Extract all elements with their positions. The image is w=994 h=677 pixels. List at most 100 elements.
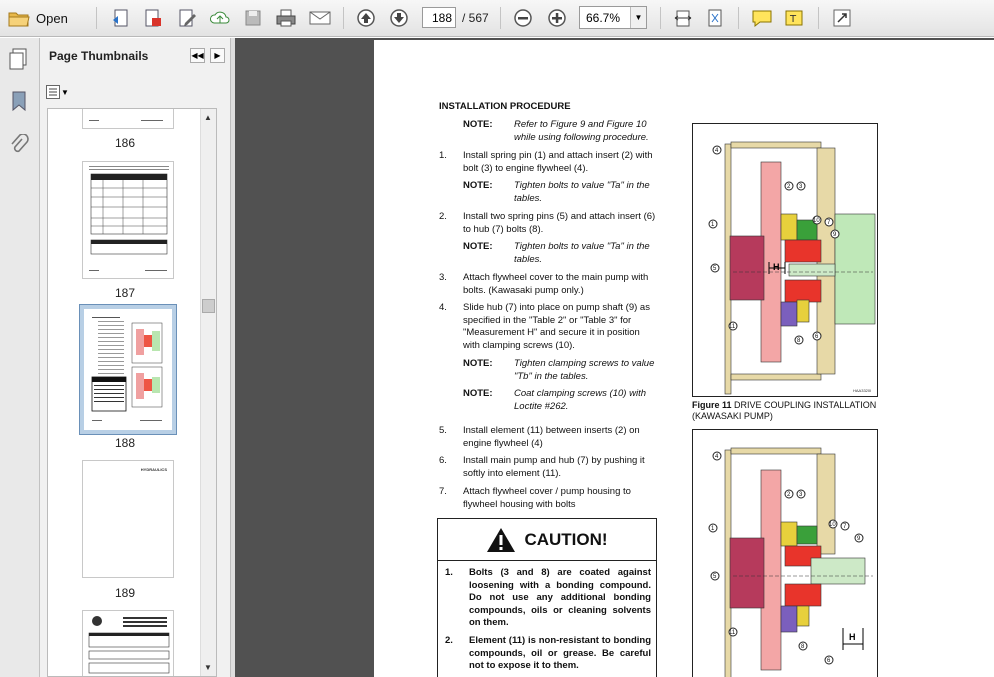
open-button[interactable]: Open (8, 5, 80, 31)
attachments-tab[interactable] (9, 133, 29, 161)
caution-text: Bolts (3 and 8) are coated against loose… (469, 567, 651, 628)
page-total-label: / 567 (462, 11, 489, 25)
thumbnail-186[interactable] (82, 109, 174, 129)
callout-10: 10 (829, 522, 836, 528)
save-button[interactable] (240, 5, 266, 31)
thumbnail-190[interactable] (82, 610, 174, 676)
step-text: Install spring pin (1) and attach insert… (463, 150, 653, 174)
step-number: 1. (439, 150, 447, 161)
callout-11: 11 (729, 630, 736, 636)
warning-triangle-icon (487, 527, 516, 552)
print-button[interactable] (273, 5, 299, 31)
zoom-out-button[interactable] (510, 5, 536, 31)
thumbnail-options-button[interactable]: ▼ (46, 83, 74, 101)
zoom-in-button[interactable] (544, 5, 570, 31)
thumbnail-188-selected[interactable] (79, 304, 177, 435)
note-label: NOTE: (463, 119, 493, 130)
note-text: Tighten bolts to value "Ta" in the table… (514, 241, 650, 265)
figure-11-caption: Figure 11 DRIVE COUPLING INSTALLATION (K… (692, 400, 882, 422)
zoom-select[interactable]: 66.7% ▼ (579, 6, 647, 29)
plus-circle-icon (548, 9, 566, 27)
step-text: Attach flywheel cover to the main pump w… (463, 272, 649, 296)
upload-cloud-button[interactable] (207, 5, 233, 31)
figure-12-drawing: H 4 2 3 1 10 7 9 5 11 8 6 (692, 429, 878, 677)
scrollbar-thumb[interactable] (202, 299, 215, 313)
dimension-h-label: H (849, 632, 856, 642)
current-page-preview (91, 317, 163, 421)
fullscreen-button[interactable] (829, 5, 855, 31)
dropdown-arrow-icon: ▼ (61, 87, 69, 97)
caution-box: CAUTION! 1. Bolts (3 and 8) are coated a… (437, 518, 657, 677)
next-page-button[interactable] (386, 5, 412, 31)
comment-button[interactable] (749, 5, 775, 31)
expand-panel-button[interactable]: ▶ (210, 48, 225, 63)
scroll-up-icon[interactable]: ▲ (204, 113, 212, 122)
fit-width-icon (674, 10, 692, 27)
double-chevron-left-icon: ◀◀ (191, 51, 204, 60)
paperclip-icon (11, 133, 29, 153)
export-pdf-icon (145, 9, 161, 27)
folder-icon (8, 12, 30, 27)
note-label: NOTE: (463, 180, 493, 191)
scroll-down-icon[interactable]: ▼ (204, 663, 212, 672)
envelope-icon (309, 11, 331, 25)
create-pdf-icon (113, 9, 128, 27)
note-text: Coat clamping screws (10) with Loctite #… (514, 388, 646, 412)
export-pdf-button[interactable] (140, 5, 166, 31)
page-number-input[interactable] (422, 7, 456, 28)
step-number: 3. (439, 272, 447, 283)
pdf-page: INSTALLATION PROCEDURE NOTE: Refer to Fi… (374, 40, 994, 677)
options-list-icon (46, 85, 60, 99)
document-viewport[interactable]: INSTALLATION PROCEDURE NOTE: Refer to Fi… (235, 38, 994, 677)
thumbnail-list[interactable]: 186 187 188 HYDRAULICS 189 ▲ ▼ (47, 108, 217, 677)
thumbnail-label: 188 (114, 436, 136, 450)
step-number: 7. (439, 486, 447, 497)
previous-page-button[interactable] (353, 5, 379, 31)
fit-page-button[interactable] (702, 5, 728, 31)
caution-title: CAUTION! (524, 529, 608, 549)
thumbnail-label: 189 (114, 586, 136, 600)
figure-number: Figure 11 (692, 400, 732, 410)
collapse-panel-button[interactable]: ◀◀ (190, 48, 205, 63)
minus-circle-icon (514, 9, 532, 27)
fit-width-button[interactable] (670, 5, 696, 31)
drive-coupling-diagram: H 4 2 3 1 10 7 9 5 11 8 6 (708, 447, 873, 677)
step-text: Install two spring pins (5) and attach i… (463, 211, 656, 235)
step-text: Install element (11) between inserts (2)… (463, 425, 640, 449)
edit-pencil-icon (179, 9, 196, 27)
expand-arrows-icon (833, 9, 851, 27)
thumbnails-panel: Page Thumbnails ◀◀ ▶ ▼ 186 187 188 HYDRA… (40, 38, 231, 677)
callout-11: 11 (729, 324, 736, 330)
note-text: Tighten clamping screws to value "Tb" in… (514, 358, 655, 382)
thumbnail-scrollbar[interactable]: ▲ ▼ (200, 109, 216, 676)
fit-page-icon (708, 9, 722, 27)
step-text: Slide hub (7) into place on pump shaft (… (463, 302, 650, 351)
step-number: 6. (439, 455, 447, 466)
chevron-down-icon[interactable]: ▼ (630, 7, 646, 28)
figure-11-drawing: H 4 2 3 1 10 7 9 5 11 8 6 HAA3320I (692, 123, 878, 397)
highlight-button[interactable]: T (782, 5, 808, 31)
thumbnail-189[interactable]: HYDRAULICS (82, 460, 174, 578)
bookmark-icon (12, 91, 26, 112)
step-number: 4. (439, 302, 447, 313)
printer-icon (276, 9, 296, 27)
email-button[interactable] (306, 5, 334, 31)
pages-icon (9, 48, 27, 70)
create-pdf-button[interactable] (108, 5, 134, 31)
note-text: Refer to Figure 9 and Figure 10 while us… (514, 119, 649, 143)
note-text: Tighten bolts to value "Ta" in the table… (514, 180, 650, 204)
step-number: 2. (439, 211, 447, 222)
step-number: 5. (439, 425, 447, 436)
page-thumbnails-tab[interactable] (7, 47, 31, 76)
next-page-preview (88, 616, 170, 674)
arrow-up-circle-icon (357, 9, 375, 27)
note-label: NOTE: (463, 388, 493, 399)
caution-number: 2. (445, 635, 453, 646)
arrow-down-circle-icon (390, 9, 408, 27)
note-label: NOTE: (463, 241, 493, 252)
edit-pdf-button[interactable] (174, 5, 200, 31)
zoom-value: 66.7% (586, 10, 621, 25)
bookmarks-tab[interactable] (9, 90, 29, 117)
cloud-upload-icon (210, 11, 230, 24)
thumbnail-187[interactable] (82, 161, 174, 279)
